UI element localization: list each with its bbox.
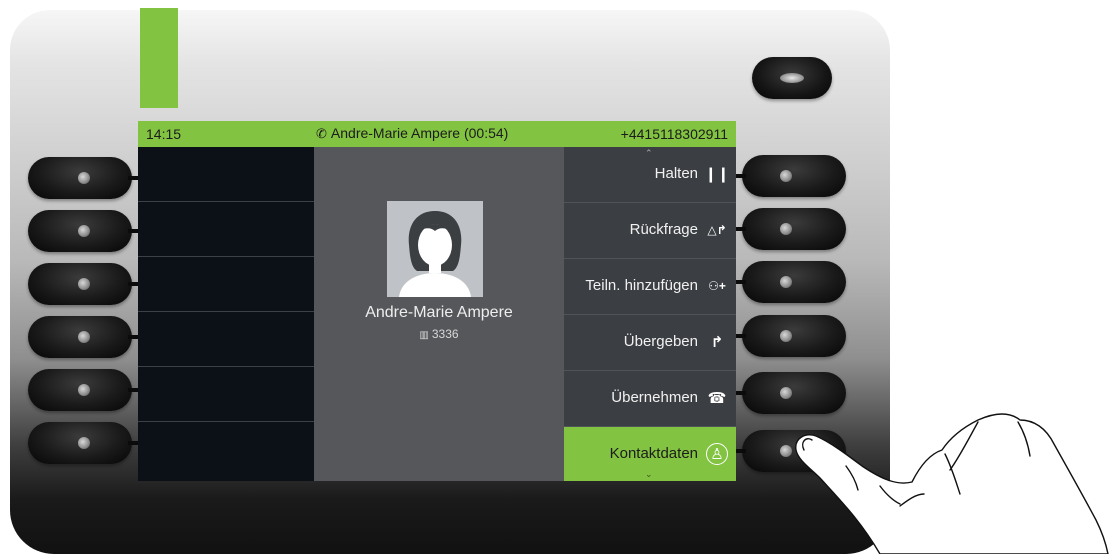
pointing-hand-icon <box>795 413 1109 554</box>
